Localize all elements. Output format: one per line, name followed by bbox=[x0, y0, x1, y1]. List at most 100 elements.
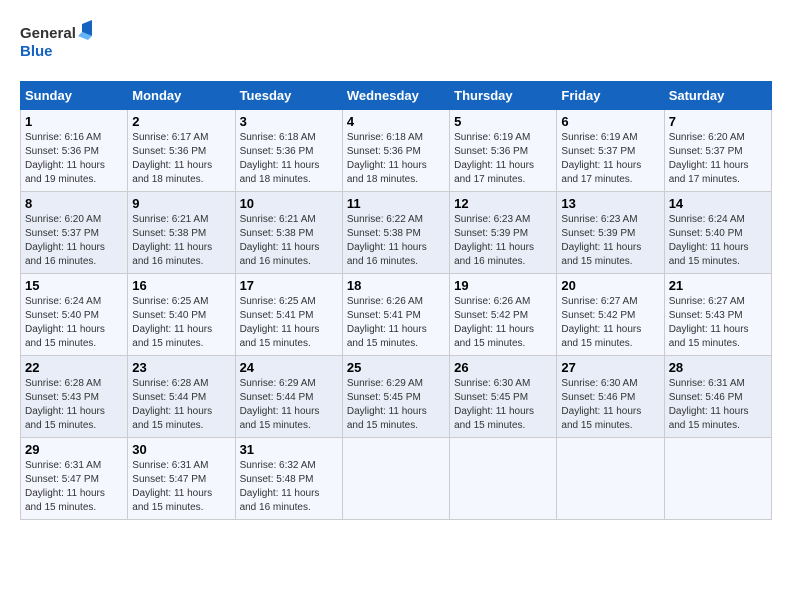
calendar-week-1: 1 Sunrise: 6:16 AMSunset: 5:36 PMDaylight… bbox=[21, 110, 772, 192]
day-number: 24 bbox=[240, 360, 338, 375]
day-number: 21 bbox=[669, 278, 767, 293]
cell-info: Sunrise: 6:18 AMSunset: 5:36 PMDaylight:… bbox=[240, 132, 320, 185]
table-row: 21 Sunrise: 6:27 AMSunset: 5:43 PMDayligh… bbox=[664, 274, 771, 356]
table-row: 18 Sunrise: 6:26 AMSunset: 5:41 PMDayligh… bbox=[342, 274, 449, 356]
table-row: 16 Sunrise: 6:25 AMSunset: 5:40 PMDayligh… bbox=[128, 274, 235, 356]
col-header-friday: Friday bbox=[557, 82, 664, 110]
cell-info: Sunrise: 6:16 AMSunset: 5:36 PMDaylight:… bbox=[25, 132, 105, 185]
calendar-week-3: 15 Sunrise: 6:24 AMSunset: 5:40 PMDayligh… bbox=[21, 274, 772, 356]
logo: General Blue bbox=[20, 20, 100, 65]
day-number: 16 bbox=[132, 278, 230, 293]
col-header-saturday: Saturday bbox=[664, 82, 771, 110]
cell-info: Sunrise: 6:22 AMSunset: 5:38 PMDaylight:… bbox=[347, 214, 427, 267]
calendar-week-2: 8 Sunrise: 6:20 AMSunset: 5:37 PMDaylight… bbox=[21, 192, 772, 274]
cell-info: Sunrise: 6:31 AMSunset: 5:46 PMDaylight:… bbox=[669, 378, 749, 431]
cell-info: Sunrise: 6:21 AMSunset: 5:38 PMDaylight:… bbox=[132, 214, 212, 267]
table-row: 4 Sunrise: 6:18 AMSunset: 5:36 PMDaylight… bbox=[342, 110, 449, 192]
cell-info: Sunrise: 6:27 AMSunset: 5:42 PMDaylight:… bbox=[561, 296, 641, 349]
table-row: 12 Sunrise: 6:23 AMSunset: 5:39 PMDayligh… bbox=[450, 192, 557, 274]
day-number: 20 bbox=[561, 278, 659, 293]
cell-info: Sunrise: 6:28 AMSunset: 5:44 PMDaylight:… bbox=[132, 378, 212, 431]
calendar-table: SundayMondayTuesdayWednesdayThursdayFrid… bbox=[20, 81, 772, 520]
table-row: 26 Sunrise: 6:30 AMSunset: 5:45 PMDayligh… bbox=[450, 356, 557, 438]
table-row: 30 Sunrise: 6:31 AMSunset: 5:47 PMDayligh… bbox=[128, 438, 235, 520]
table-row bbox=[557, 438, 664, 520]
table-row bbox=[664, 438, 771, 520]
col-header-sunday: Sunday bbox=[21, 82, 128, 110]
day-number: 22 bbox=[25, 360, 123, 375]
cell-info: Sunrise: 6:25 AMSunset: 5:40 PMDaylight:… bbox=[132, 296, 212, 349]
day-number: 6 bbox=[561, 114, 659, 129]
cell-info: Sunrise: 6:30 AMSunset: 5:45 PMDaylight:… bbox=[454, 378, 534, 431]
day-number: 12 bbox=[454, 196, 552, 211]
logo-svg: General Blue bbox=[20, 20, 100, 65]
page-header: General Blue bbox=[20, 20, 772, 65]
table-row: 19Sunrise: 6:26 AMSunset: 5:42 PMDayligh… bbox=[450, 274, 557, 356]
table-row: 2 Sunrise: 6:17 AMSunset: 5:36 PMDaylight… bbox=[128, 110, 235, 192]
cell-info: Sunrise: 6:29 AMSunset: 5:45 PMDaylight:… bbox=[347, 378, 427, 431]
cell-info: Sunrise: 6:30 AMSunset: 5:46 PMDaylight:… bbox=[561, 378, 641, 431]
table-row: 28 Sunrise: 6:31 AMSunset: 5:46 PMDayligh… bbox=[664, 356, 771, 438]
day-number: 17 bbox=[240, 278, 338, 293]
day-number: 13 bbox=[561, 196, 659, 211]
cell-info: Sunrise: 6:29 AMSunset: 5:44 PMDaylight:… bbox=[240, 378, 320, 431]
table-row: 27Sunrise: 6:30 AMSunset: 5:46 PMDayligh… bbox=[557, 356, 664, 438]
svg-text:Blue: Blue bbox=[20, 43, 53, 60]
day-number: 7 bbox=[669, 114, 767, 129]
table-row: 6 Sunrise: 6:19 AMSunset: 5:37 PMDaylight… bbox=[557, 110, 664, 192]
col-header-thursday: Thursday bbox=[450, 82, 557, 110]
table-row: 9 Sunrise: 6:21 AMSunset: 5:38 PMDaylight… bbox=[128, 192, 235, 274]
col-header-monday: Monday bbox=[128, 82, 235, 110]
day-number: 25 bbox=[347, 360, 445, 375]
table-row: 8 Sunrise: 6:20 AMSunset: 5:37 PMDaylight… bbox=[21, 192, 128, 274]
day-number: 8 bbox=[25, 196, 123, 211]
calendar-week-4: 22Sunrise: 6:28 AMSunset: 5:43 PMDayligh… bbox=[21, 356, 772, 438]
table-row bbox=[450, 438, 557, 520]
day-number: 28 bbox=[669, 360, 767, 375]
table-row: 1 Sunrise: 6:16 AMSunset: 5:36 PMDaylight… bbox=[21, 110, 128, 192]
day-number: 26 bbox=[454, 360, 552, 375]
cell-info: Sunrise: 6:32 AMSunset: 5:48 PMDaylight:… bbox=[240, 460, 320, 513]
cell-info: Sunrise: 6:20 AMSunset: 5:37 PMDaylight:… bbox=[669, 132, 749, 185]
cell-info: Sunrise: 6:24 AMSunset: 5:40 PMDaylight:… bbox=[25, 296, 105, 349]
table-row bbox=[342, 438, 449, 520]
svg-text:General: General bbox=[20, 25, 76, 42]
cell-info: Sunrise: 6:18 AMSunset: 5:36 PMDaylight:… bbox=[347, 132, 427, 185]
table-row: 24 Sunrise: 6:29 AMSunset: 5:44 PMDayligh… bbox=[235, 356, 342, 438]
cell-info: Sunrise: 6:31 AMSunset: 5:47 PMDaylight:… bbox=[25, 460, 105, 513]
cell-info: Sunrise: 6:23 AMSunset: 5:39 PMDaylight:… bbox=[454, 214, 534, 267]
cell-info: Sunrise: 6:17 AMSunset: 5:36 PMDaylight:… bbox=[132, 132, 212, 185]
day-number: 3 bbox=[240, 114, 338, 129]
day-number: 30 bbox=[132, 442, 230, 457]
table-row: 22Sunrise: 6:28 AMSunset: 5:43 PMDayligh… bbox=[21, 356, 128, 438]
table-row: 29 Sunrise: 6:31 AMSunset: 5:47 PMDayligh… bbox=[21, 438, 128, 520]
table-row: 5 Sunrise: 6:19 AMSunset: 5:36 PMDaylight… bbox=[450, 110, 557, 192]
cell-info: Sunrise: 6:20 AMSunset: 5:37 PMDaylight:… bbox=[25, 214, 105, 267]
cell-info: Sunrise: 6:19 AMSunset: 5:36 PMDaylight:… bbox=[454, 132, 534, 185]
day-number: 2 bbox=[132, 114, 230, 129]
table-row: 14Sunrise: 6:24 AMSunset: 5:40 PMDayligh… bbox=[664, 192, 771, 274]
day-number: 18 bbox=[347, 278, 445, 293]
day-number: 23 bbox=[132, 360, 230, 375]
day-number: 5 bbox=[454, 114, 552, 129]
day-number: 9 bbox=[132, 196, 230, 211]
table-row: 10Sunrise: 6:21 AMSunset: 5:38 PMDayligh… bbox=[235, 192, 342, 274]
day-number: 4 bbox=[347, 114, 445, 129]
table-row: 3 Sunrise: 6:18 AMSunset: 5:36 PMDaylight… bbox=[235, 110, 342, 192]
table-row: 25 Sunrise: 6:29 AMSunset: 5:45 PMDayligh… bbox=[342, 356, 449, 438]
cell-info: Sunrise: 6:23 AMSunset: 5:39 PMDaylight:… bbox=[561, 214, 641, 267]
col-header-wednesday: Wednesday bbox=[342, 82, 449, 110]
day-number: 1 bbox=[25, 114, 123, 129]
cell-info: Sunrise: 6:31 AMSunset: 5:47 PMDaylight:… bbox=[132, 460, 212, 513]
cell-info: Sunrise: 6:26 AMSunset: 5:41 PMDaylight:… bbox=[347, 296, 427, 349]
cell-info: Sunrise: 6:27 AMSunset: 5:43 PMDaylight:… bbox=[669, 296, 749, 349]
calendar-week-5: 29 Sunrise: 6:31 AMSunset: 5:47 PMDayligh… bbox=[21, 438, 772, 520]
day-number: 14 bbox=[669, 196, 767, 211]
day-number: 11 bbox=[347, 196, 445, 211]
day-number: 15 bbox=[25, 278, 123, 293]
day-number: 31 bbox=[240, 442, 338, 457]
table-row: 23 Sunrise: 6:28 AMSunset: 5:44 PMDayligh… bbox=[128, 356, 235, 438]
table-row: 20 Sunrise: 6:27 AMSunset: 5:42 PMDayligh… bbox=[557, 274, 664, 356]
cell-info: Sunrise: 6:19 AMSunset: 5:37 PMDaylight:… bbox=[561, 132, 641, 185]
day-number: 29 bbox=[25, 442, 123, 457]
